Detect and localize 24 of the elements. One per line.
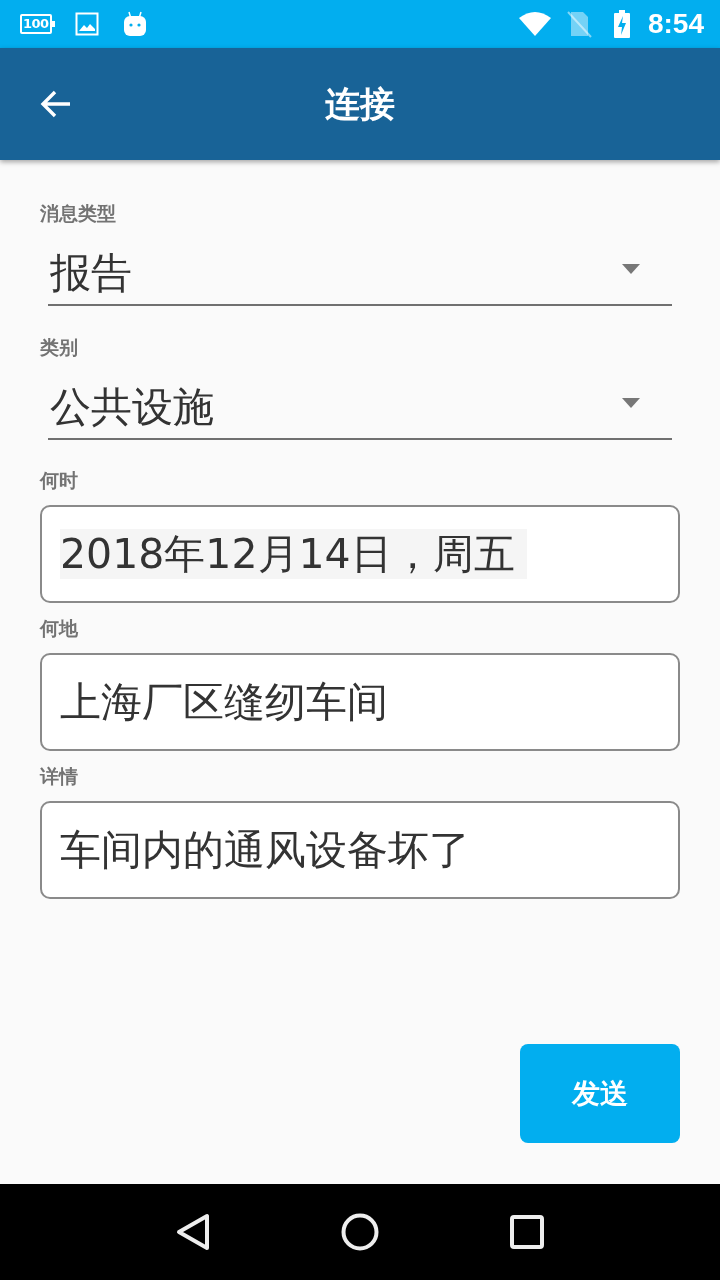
- battery-charging-icon: [613, 10, 630, 38]
- image-notification-icon: [74, 12, 99, 36]
- back-nav-icon[interactable]: [175, 1213, 210, 1251]
- field-label: 消息类型: [40, 201, 117, 225]
- screen-title: 连接: [324, 83, 396, 125]
- recent-apps-nav-icon[interactable]: [510, 1215, 545, 1249]
- battery-percent-notification-icon: 100: [20, 14, 55, 34]
- field-label: 类别: [40, 335, 79, 359]
- dropdown-caret-icon: [622, 398, 640, 408]
- field-label: 何时: [40, 468, 79, 492]
- dropdown-caret-icon: [622, 264, 640, 274]
- wifi-icon: [517, 11, 552, 37]
- no-sim-icon: [565, 10, 592, 38]
- field-label: 何地: [40, 616, 79, 640]
- text-input-field[interactable]: 上海厂区缝纫车间: [40, 653, 680, 751]
- dropdown-field[interactable]: 报告: [48, 225, 672, 306]
- home-nav-icon[interactable]: [341, 1213, 379, 1251]
- text-input-field[interactable]: 车间内的通风设备坏了: [40, 801, 680, 899]
- dropdown-field[interactable]: 公共设施: [48, 359, 672, 440]
- date-field[interactable]: 2018年12月14日，周五: [40, 505, 680, 603]
- field-label: 详情: [40, 764, 79, 788]
- back-arrow-icon: [40, 90, 72, 118]
- android-robot-icon: [122, 11, 147, 37]
- clock-time: 8:54: [647, 10, 704, 38]
